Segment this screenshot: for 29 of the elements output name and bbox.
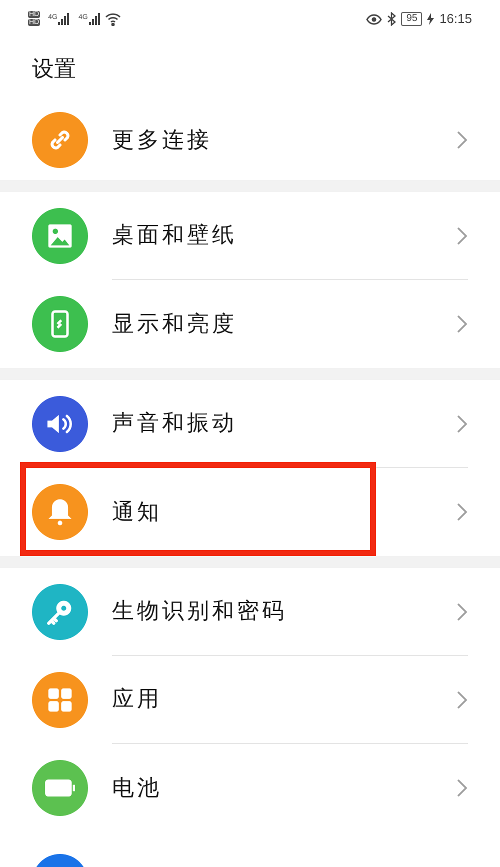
settings-item-label[interactable]: 通知 bbox=[112, 496, 162, 528]
settings-item-label[interactable]: 声音和振动 bbox=[112, 407, 237, 440]
chevron-right-icon bbox=[456, 778, 468, 798]
chevron-right-icon bbox=[456, 602, 468, 622]
clock-time: 16:15 bbox=[439, 10, 472, 28]
battery-icon bbox=[44, 778, 76, 798]
settings-item-label[interactable]: 桌面和壁纸 bbox=[112, 219, 237, 252]
eye-icon bbox=[366, 14, 382, 24]
chevron-right-icon bbox=[456, 226, 468, 246]
battery-level: 95 bbox=[401, 12, 422, 26]
settings-item-label[interactable]: 更多连接 bbox=[112, 124, 212, 156]
settings-item-label[interactable]: 生物识别和密码 bbox=[112, 595, 287, 628]
bell-icon bbox=[46, 497, 74, 527]
charging-icon bbox=[427, 13, 434, 25]
settings-item-label[interactable]: 应用 bbox=[112, 683, 162, 716]
signal-icon bbox=[88, 13, 101, 25]
chevron-right-icon bbox=[456, 690, 468, 710]
settings-item-label[interactable]: 电池 bbox=[112, 772, 162, 804]
chevron-right-icon bbox=[456, 314, 468, 334]
wifi-icon bbox=[104, 12, 121, 26]
bluetooth-icon bbox=[387, 12, 396, 26]
apps-grid-icon bbox=[46, 686, 74, 714]
signal-icon bbox=[58, 13, 70, 25]
chevron-right-icon bbox=[456, 130, 468, 150]
chevron-right-icon bbox=[456, 502, 468, 522]
image-icon bbox=[46, 222, 74, 250]
settings-item-label[interactable]: 显示和亮度 bbox=[112, 308, 237, 340]
chevron-right-icon bbox=[456, 414, 468, 434]
page-title: 设置 bbox=[32, 56, 76, 84]
